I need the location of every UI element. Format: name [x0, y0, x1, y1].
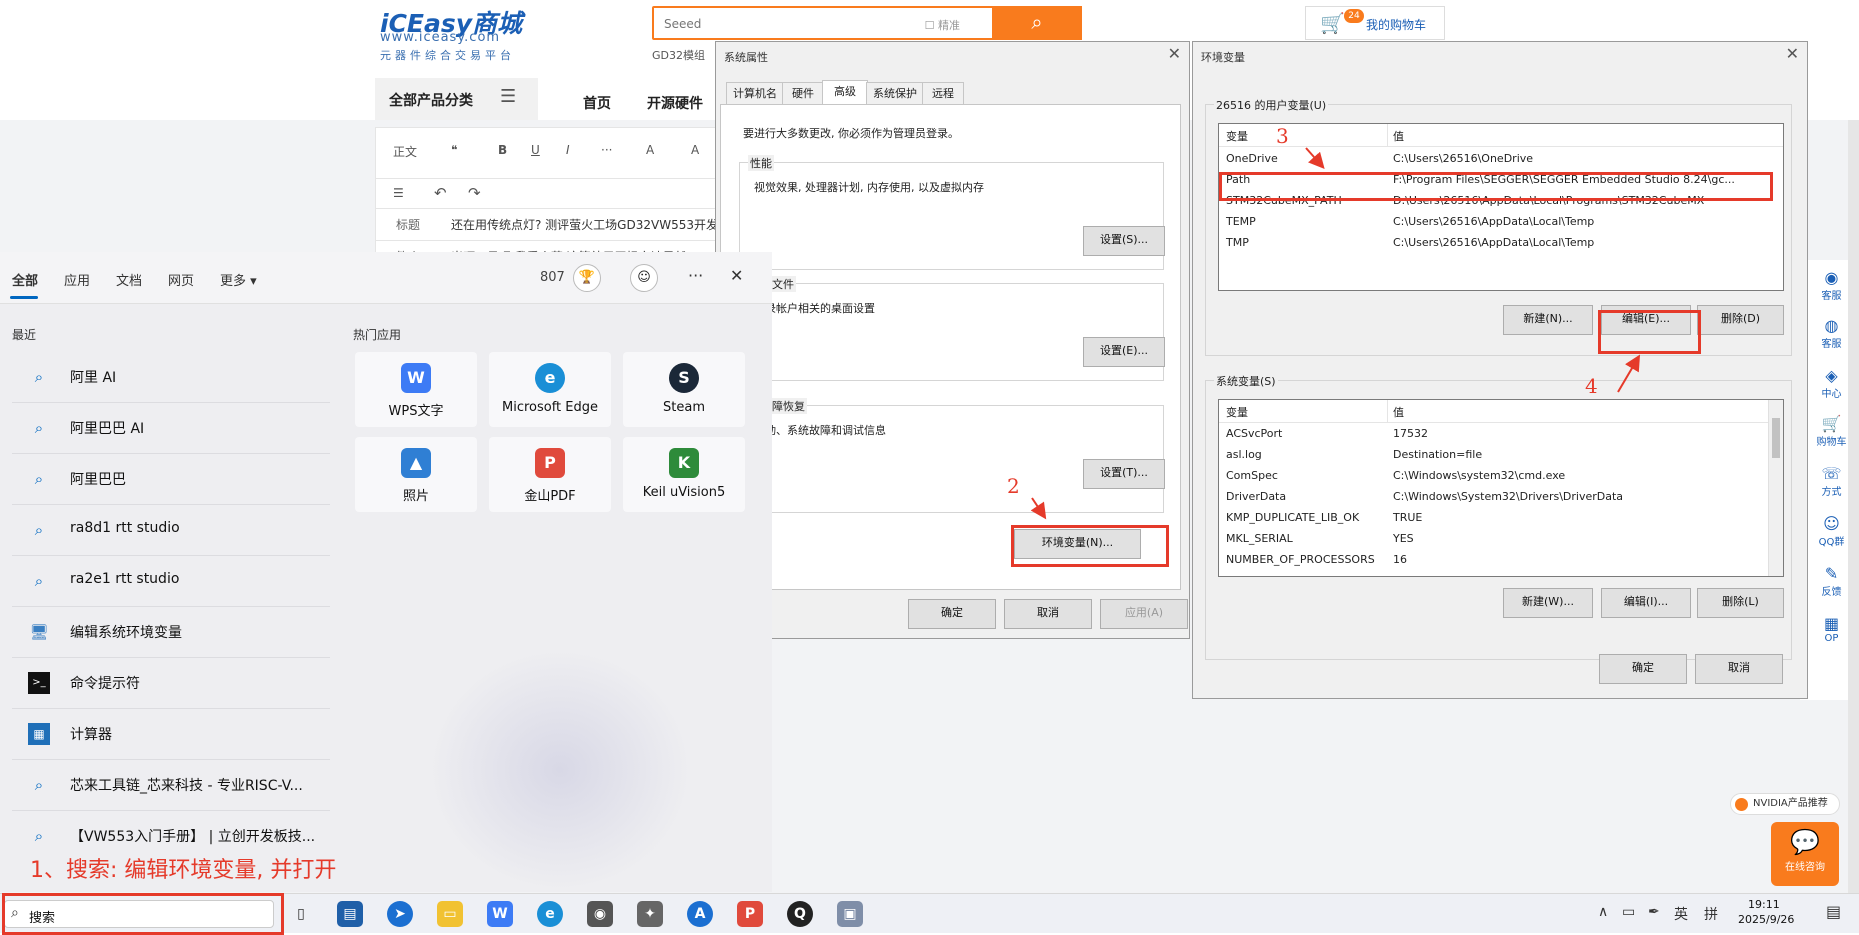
- step-3-arrow: [1305, 147, 1325, 169]
- step-2-arrow: [1030, 497, 1047, 520]
- annotation-arrows: [1030, 147, 1641, 520]
- step-4-arrow: [1617, 354, 1641, 393]
